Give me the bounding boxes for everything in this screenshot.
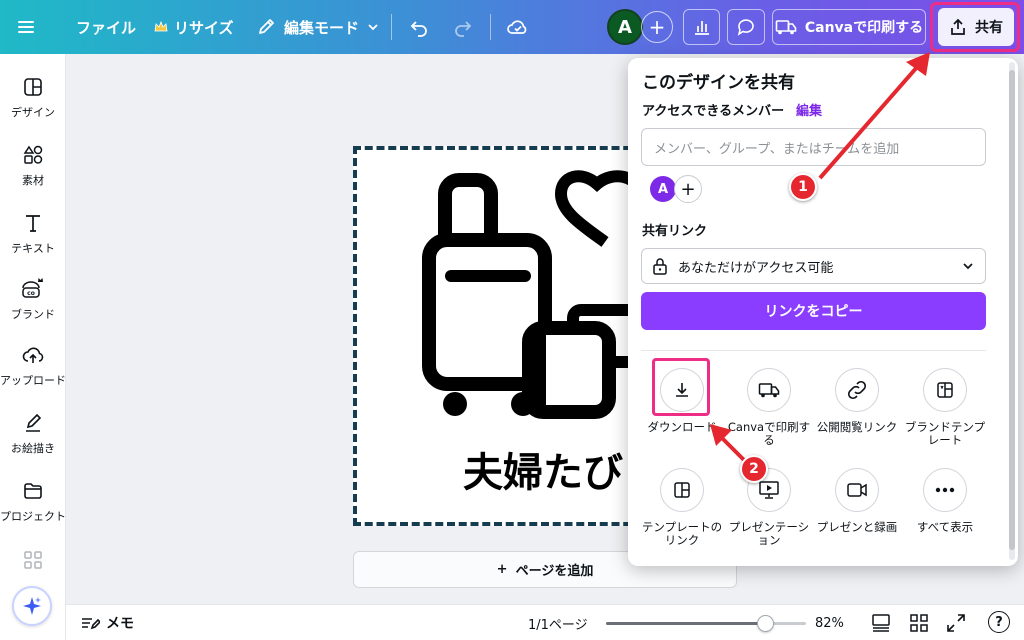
arrow-1-line bbox=[818, 64, 920, 180]
arrow-1-head bbox=[906, 52, 930, 76]
step-2-badge: 2 bbox=[740, 455, 768, 483]
annotation-arrows bbox=[710, 52, 930, 462]
step-1-badge: 1 bbox=[789, 173, 817, 201]
arrow-2-line bbox=[720, 436, 746, 462]
